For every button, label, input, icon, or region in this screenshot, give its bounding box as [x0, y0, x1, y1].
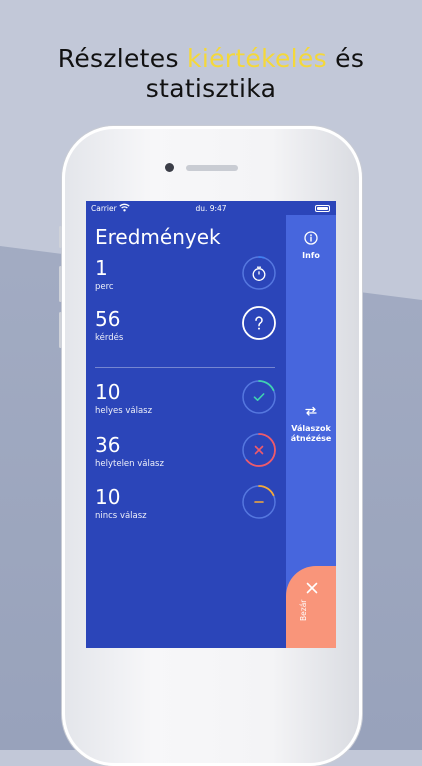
earpiece-speaker — [186, 165, 238, 171]
app-screen: Carrier du. 9:47 Eredmények 1 perc 56 ké… — [86, 201, 336, 648]
stat-value: 36 — [95, 433, 121, 457]
stat-label: helytelen válasz — [95, 459, 164, 469]
timer-ring — [242, 256, 276, 290]
headline-highlight: kiértékelés — [187, 44, 327, 73]
stat-value: 10 — [95, 380, 121, 404]
phone-frame: Carrier du. 9:47 Eredmények 1 perc 56 ké… — [59, 126, 362, 766]
clock: du. 9:47 — [195, 204, 227, 213]
stat-correct: 10 helyes válasz — [95, 381, 152, 417]
headline-part-1: Részletes — [57, 44, 188, 73]
question-icon — [255, 316, 263, 330]
mute-switch — [59, 226, 62, 248]
close-button[interactable] — [286, 566, 336, 648]
stat-incorrect: 36 helytelen válasz — [95, 434, 164, 470]
questions-ring — [242, 306, 276, 340]
status-bar: Carrier du. 9:47 — [86, 201, 336, 216]
incorrect-ring — [242, 433, 276, 467]
review-label-line-1: Válaszok — [291, 424, 331, 433]
stat-unanswered: 10 nincs válasz — [95, 486, 147, 522]
unanswered-ring — [242, 485, 276, 519]
stat-label: helyes válasz — [95, 406, 153, 416]
close-label: Bezár — [299, 599, 308, 621]
close-icon[interactable] — [305, 581, 319, 595]
headline-line-1: Részletes kiértékelés és — [0, 44, 422, 74]
cross-icon — [254, 445, 264, 455]
page-title: Eredmények — [95, 225, 221, 249]
volume-up-button — [59, 266, 62, 302]
stat-value: 56 — [95, 307, 121, 331]
stat-value: 1 — [95, 256, 108, 280]
stat-label: kérdés — [95, 333, 124, 343]
repeat-icon — [305, 406, 317, 416]
correct-ring — [242, 380, 276, 414]
headline-line-2: statisztika — [145, 74, 277, 103]
headline-part-2: és — [326, 44, 365, 73]
volume-down-button — [59, 312, 62, 348]
stat-questions: 56 kérdés — [95, 308, 123, 344]
front-camera — [165, 163, 174, 172]
timer-icon — [252, 266, 266, 281]
battery-icon — [315, 205, 330, 212]
review-answers-button[interactable]: Válaszok átnézése — [286, 404, 336, 444]
info-label: Info — [302, 251, 320, 260]
stat-minutes: 1 perc — [95, 257, 114, 293]
section-divider — [95, 367, 275, 368]
info-button[interactable]: Info — [286, 231, 336, 261]
info-icon — [304, 231, 318, 245]
review-label-line-2: átnézése — [290, 434, 332, 443]
headline: Részletes kiértékelés és statisztika — [0, 44, 422, 104]
stat-label: perc — [95, 282, 114, 292]
stat-label: nincs válasz — [95, 511, 147, 521]
stat-value: 10 — [95, 485, 121, 509]
check-icon — [253, 393, 265, 401]
